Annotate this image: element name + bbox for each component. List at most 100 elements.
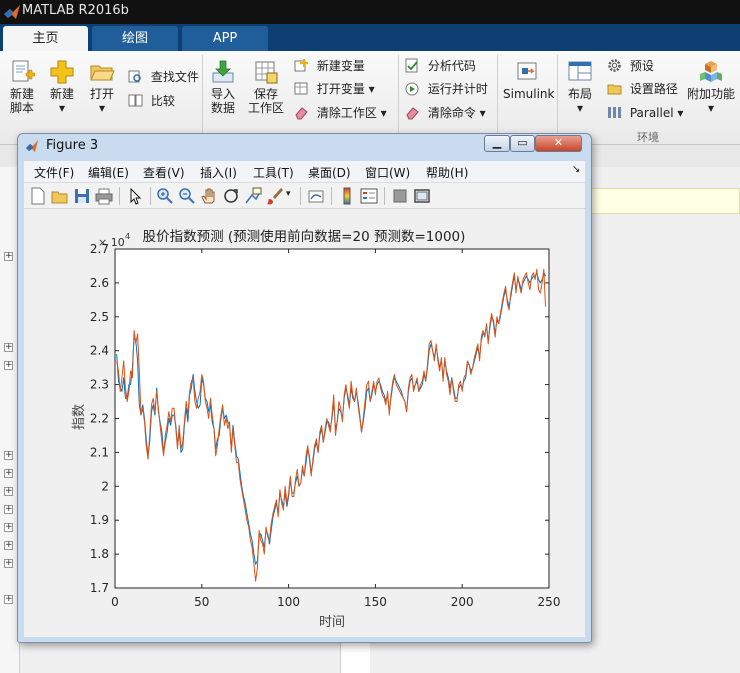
menu-file[interactable]: 文件(F) (34, 164, 74, 181)
hide-plot-tools-icon[interactable] (391, 187, 409, 205)
chevron-down-icon: ▾ (58, 101, 66, 115)
figure-title-bar[interactable]: Figure 3 ▁ ▭ ✕ (18, 134, 591, 158)
chevron-down-icon: ▾ (479, 106, 486, 120)
tree-expand-icon[interactable]: + (4, 559, 13, 568)
pointer-icon[interactable] (126, 187, 144, 205)
menu-tools[interactable]: 工具(T) (253, 164, 294, 181)
menu-view[interactable]: 查看(V) (143, 164, 185, 181)
save-workspace-button[interactable]: 保存 工作区 (246, 59, 286, 115)
tree-expand-icon[interactable]: + (4, 252, 13, 261)
find-files-button[interactable]: 查找文件 (128, 67, 199, 87)
toolstrip-divider (497, 55, 498, 139)
new-variable-button[interactable]: 新建变量 (294, 56, 365, 76)
chevron-down-icon: ▾ (677, 106, 684, 120)
y-tick-label: 2.6 (90, 276, 109, 290)
addons-button[interactable]: 附加功能 ▾ (687, 59, 735, 115)
chevron-down-icon: ▾ (576, 101, 584, 115)
open-button[interactable]: 打开 ▾ (86, 59, 118, 115)
show-plot-tools-icon[interactable] (413, 187, 431, 205)
clear-workspace-label: 清除工作区 (316, 106, 377, 120)
run-and-time-button[interactable]: 运行并计时 (405, 79, 488, 99)
tree-expand-icon[interactable]: + (4, 361, 13, 370)
parallel-icon (608, 107, 621, 118)
parallel-label: Parallel (629, 106, 674, 120)
matlab-title-bar: MATLAB R2016b (0, 0, 740, 24)
compare-button[interactable]: 比较 (128, 91, 175, 111)
run-and-time-label: 运行并计时 (427, 82, 488, 96)
tree-expand-icon[interactable]: + (4, 487, 13, 496)
y-axis-label: 指数 (72, 404, 87, 430)
tab-plots[interactable]: 绘图 (92, 26, 178, 51)
close-button[interactable]: ✕ (535, 135, 582, 152)
new-button[interactable]: 新建 ▾ (46, 59, 78, 115)
tab-home[interactable]: 主页 (3, 26, 88, 51)
app-title: MATLAB R2016b (22, 3, 129, 18)
tree-expand-icon[interactable]: + (4, 505, 13, 514)
menu-insert[interactable]: 插入(I) (200, 164, 237, 181)
chart-svg: 股价指数预测 (预测使用前向数据=20 预测数=1000) × 10 4 0 50… (72, 228, 560, 630)
layout-icon (568, 61, 592, 81)
zoom-out-icon[interactable] (178, 187, 196, 205)
menu-window[interactable]: 窗口(W) (365, 164, 410, 181)
insert-legend-icon[interactable] (360, 187, 378, 205)
new-script-button[interactable]: 新建 脚本 (6, 59, 38, 115)
pan-hand-icon[interactable] (200, 187, 218, 205)
clear-workspace-button[interactable]: 清除工作区 ▾ (294, 103, 387, 123)
x-tick-label: 200 (451, 595, 474, 609)
tree-expand-icon[interactable]: + (4, 451, 13, 460)
folder-icon (607, 84, 622, 95)
toolbar-divider (150, 187, 151, 205)
open-file-icon[interactable] (51, 187, 69, 205)
minimize-button[interactable]: ▁ (484, 135, 510, 152)
compare-icon (128, 94, 143, 107)
figure-menu-bar: 文件(F) 编辑(E) 查看(V) 插入(I) 工具(T) 桌面(D) 窗口(W… (24, 161, 585, 183)
save-icon[interactable] (73, 187, 91, 205)
tree-expand-icon[interactable]: + (4, 469, 13, 478)
zoom-in-icon[interactable] (156, 187, 174, 205)
analyze-code-label: 分析代码 (427, 59, 476, 73)
print-icon[interactable] (95, 187, 113, 205)
gear-icon (608, 59, 621, 72)
tab-apps[interactable]: APP (182, 26, 268, 51)
simulink-button[interactable]: Simulink (503, 59, 555, 101)
parallel-button[interactable]: Parallel ▾ (607, 103, 683, 123)
new-variable-icon (294, 59, 308, 72)
open-variable-button[interactable]: 打开变量 ▾ (294, 79, 375, 99)
tree-expand-icon[interactable]: + (4, 523, 13, 532)
brush-dropdown-icon[interactable]: ▾ (286, 189, 291, 199)
figure-window[interactable]: Figure 3 ▁ ▭ ✕ 文件(F) 编辑(E) 查看(V) 插入(I) 工… (17, 133, 592, 643)
link-plot-icon[interactable] (307, 187, 325, 205)
tree-expand-icon[interactable]: + (4, 541, 13, 550)
group-label-environment: 环境 (637, 131, 659, 144)
insert-colorbar-icon[interactable] (338, 187, 356, 205)
new-figure-icon[interactable] (29, 187, 47, 205)
menubar-overflow-icon[interactable]: ↘ (572, 164, 580, 175)
data-cursor-icon[interactable] (244, 187, 262, 205)
y-exponent-power: 4 (125, 232, 130, 241)
menu-edit[interactable]: 编辑(E) (88, 164, 129, 181)
toolbar-divider (384, 187, 385, 205)
rotate-3d-icon[interactable] (222, 187, 240, 205)
menu-help[interactable]: 帮助(H) (426, 164, 468, 181)
clear-commands-button[interactable]: 清除命令 ▾ (405, 103, 486, 123)
new-script-label-2: 脚本 (9, 101, 34, 115)
x-tick-label: 50 (194, 595, 209, 609)
tree-expand-icon[interactable]: + (4, 343, 13, 352)
menu-desktop[interactable]: 桌面(D) (308, 164, 351, 181)
line-chart[interactable]: 股价指数预测 (预测使用前向数据=20 预测数=1000) × 10 4 0 50… (24, 209, 585, 640)
open-label: 打开 (89, 87, 114, 101)
import-data-button[interactable]: 导入 数据 (208, 59, 238, 115)
matlab-logo-icon (4, 5, 20, 19)
layout-button[interactable]: 布局 ▾ (563, 59, 597, 115)
tree-expand-icon[interactable]: + (4, 595, 13, 604)
set-path-button[interactable]: 设置路径 (607, 79, 678, 99)
y-tick-label: 2.5 (90, 310, 109, 324)
y-tick-label: 2.3 (90, 378, 109, 392)
y-tick-label: 2.4 (90, 344, 109, 358)
open-variable-icon (294, 82, 308, 95)
simulink-label: Simulink (503, 87, 555, 101)
preferences-button[interactable]: 预设 (607, 56, 654, 76)
analyze-code-button[interactable]: 分析代码 (405, 56, 476, 76)
maximize-button[interactable]: ▭ (510, 135, 535, 152)
brush-icon[interactable] (266, 187, 284, 205)
